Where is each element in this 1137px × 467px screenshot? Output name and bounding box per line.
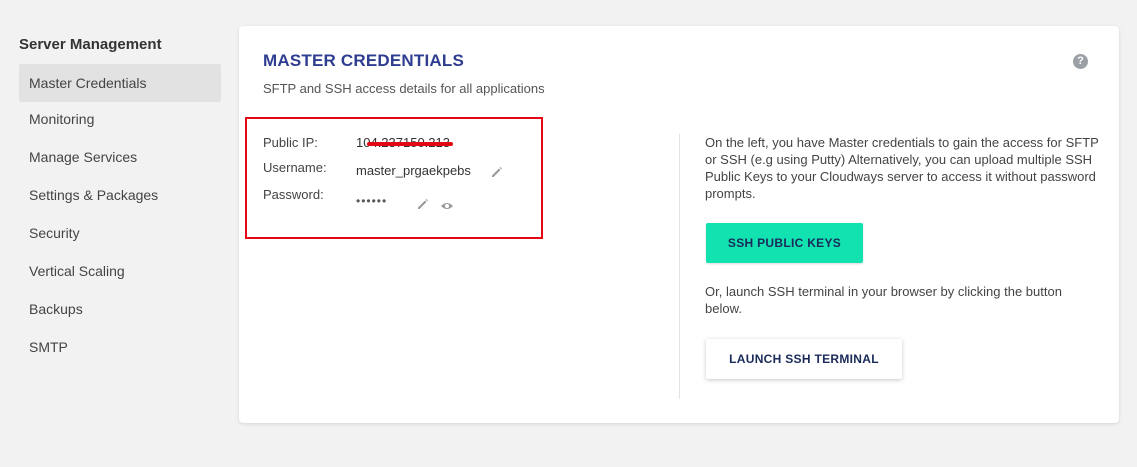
terminal-description: Or, launch SSH terminal in your browser … [705,284,1062,316]
eye-icon[interactable] [440,198,454,216]
sidebar-item-monitoring[interactable]: Monitoring [19,100,221,138]
sidebar-title: Server Management [19,36,162,53]
sidebar-item-security[interactable]: Security [19,214,221,252]
sidebar-item-master-credentials[interactable]: Master Credentials [19,64,221,102]
public-ip-label: Public IP: [263,135,318,150]
sidebar-item-manage-services[interactable]: Manage Services [19,138,221,176]
pencil-icon[interactable] [417,197,429,215]
vertical-divider [679,134,680,399]
credentials-card: MASTER CREDENTIALS SFTP and SSH access d… [239,26,1119,423]
password-label: Password: [263,187,324,202]
sidebar: Server Management Master Credentials Mon… [0,0,230,467]
sidebar-item-backups[interactable]: Backups [19,290,221,328]
question-circle-icon[interactable]: ? [1073,54,1088,69]
launch-ssh-terminal-button[interactable]: LAUNCH SSH TERMINAL [706,339,902,379]
page-title: MASTER CREDENTIALS [263,51,464,70]
sidebar-item-vertical-scaling[interactable]: Vertical Scaling [19,252,221,290]
redaction-line [367,142,453,146]
username-value: master_prgaekpebs [356,163,471,178]
ssh-public-keys-button[interactable]: SSH PUBLIC KEYS [706,223,863,263]
sidebar-item-settings-packages[interactable]: Settings & Packages [19,176,221,214]
pencil-icon[interactable] [491,165,503,183]
username-label: Username: [263,160,327,175]
sidebar-item-smtp[interactable]: SMTP [19,328,221,366]
ssh-description: On the left, you have Master credentials… [705,135,1099,201]
password-value: •••••• [356,194,388,208]
page-subtitle: SFTP and SSH access details for all appl… [263,81,545,96]
